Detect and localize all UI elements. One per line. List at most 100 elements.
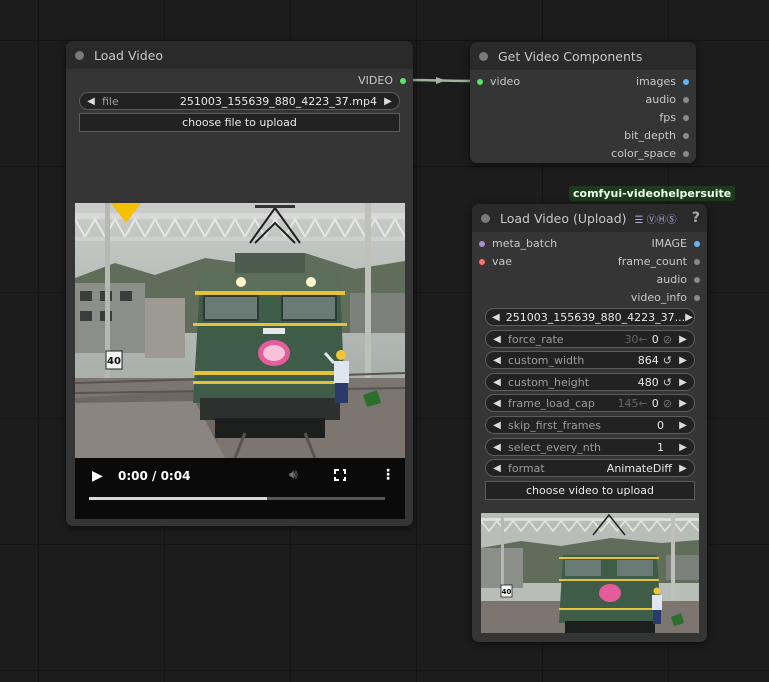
select-every-nth-value: 1: [657, 440, 664, 454]
custom-height-label: custom_height: [508, 375, 590, 389]
arrow-left-icon[interactable]: ◀: [492, 377, 502, 388]
arrow-left-icon[interactable]: ◀: [492, 420, 502, 431]
output-frame-count-slot[interactable]: frame_count: [618, 255, 700, 268]
node-title: Load Video (Upload): [500, 210, 627, 226]
custom-height-widget[interactable]: ◀ custom_height 480 ↺ ▶: [485, 373, 695, 391]
output-audio-label: audio: [656, 273, 687, 286]
video-info-socket-icon[interactable]: [694, 294, 700, 301]
output-images-label: images: [636, 75, 676, 88]
frame-load-cap-widget[interactable]: ◀ frame_load_cap 145← 0 ⊘ ▶: [485, 394, 695, 412]
arrow-right-icon[interactable]: ▶: [678, 463, 688, 474]
output-color-space-label: color_space: [611, 147, 676, 160]
video-socket-icon[interactable]: [477, 78, 483, 85]
meta-batch-socket-icon[interactable]: [479, 240, 485, 247]
arrow-left-icon[interactable]: ◀: [492, 398, 502, 409]
file-combo-label: file: [102, 94, 119, 108]
video-combo[interactable]: ◀ 251003_155639_880_4223_37... ▶: [485, 308, 695, 326]
image-socket-icon[interactable]: [694, 240, 700, 247]
choose-video-button[interactable]: choose video to upload: [485, 481, 695, 500]
frame-load-cap-label: frame_load_cap: [508, 396, 595, 410]
arrow-right-icon[interactable]: ▶: [678, 355, 688, 366]
arrow-left-icon[interactable]: ◀: [492, 334, 502, 345]
reset-disabled-icon: ⊘: [662, 332, 672, 346]
collapse-dot-icon[interactable]: [75, 50, 84, 60]
reset-icon[interactable]: ↺: [663, 354, 672, 367]
custom-width-widget[interactable]: ◀ custom_width 864 ↺ ▶: [485, 351, 695, 369]
force-rate-label: force_rate: [508, 332, 564, 346]
image-socket-icon[interactable]: [683, 78, 689, 85]
preview-sign-label: 40: [502, 588, 512, 596]
input-vae-slot[interactable]: vae: [479, 255, 512, 268]
force-rate-widget[interactable]: ◀ force_rate 30← 0 ⊘ ▶: [485, 330, 695, 348]
arrow-right-icon[interactable]: ▶: [678, 420, 688, 431]
fullscreen-icon-mask-v: [334, 474, 346, 477]
arrow-right-icon[interactable]: ▶: [678, 377, 688, 388]
arrow-right-icon[interactable]: ▶: [383, 96, 393, 107]
select-every-nth-label: select_every_nth: [508, 440, 602, 454]
arrow-left-icon[interactable]: ◀: [86, 96, 96, 107]
get-components-title-bar[interactable]: Get Video Components: [470, 42, 696, 70]
seek-bar-progress: [89, 497, 267, 500]
reset-icon[interactable]: ↺: [663, 376, 672, 389]
video-preview-image: 40: [481, 513, 699, 633]
arrow-right-icon[interactable]: ▶: [678, 398, 688, 409]
vhs-logo-icon: ☰ ⓋⒽⓈ: [634, 214, 677, 226]
output-audio-slot[interactable]: audio: [646, 93, 689, 106]
output-video-info-slot[interactable]: video_info: [631, 291, 700, 304]
output-audio-slot[interactable]: audio: [657, 273, 700, 286]
seek-bar[interactable]: [89, 497, 385, 500]
video-socket-icon[interactable]: [400, 77, 406, 84]
arrow-left-icon[interactable]: ◀: [492, 312, 500, 323]
arrow-right-icon[interactable]: ▶: [678, 442, 688, 453]
force-rate-hint: 30←: [624, 332, 648, 346]
input-video-label: video: [490, 75, 521, 88]
output-video-slot[interactable]: VIDEO: [358, 74, 406, 87]
arrow-right-icon[interactable]: ▶: [685, 312, 693, 323]
play-icon[interactable]: ▶: [92, 468, 103, 484]
help-icon[interactable]: ?: [692, 210, 700, 226]
input-vae-label: vae: [492, 255, 513, 268]
collapse-dot-icon[interactable]: [481, 213, 490, 223]
audio-socket-icon[interactable]: [694, 276, 700, 283]
collapse-dot-icon[interactable]: [479, 51, 488, 61]
force-rate-value: 0: [651, 332, 659, 346]
skip-first-frames-widget[interactable]: ◀ skip_first_frames 0 ▶: [485, 416, 695, 434]
load-video-upload-node[interactable]: Load Video (Upload) ☰ ⓋⒽⓈ ? meta_batch v…: [472, 204, 707, 642]
input-meta-batch-slot[interactable]: meta_batch: [479, 237, 557, 250]
fps-socket-icon[interactable]: [683, 114, 689, 121]
volume-icon[interactable]: 🔊︎: [289, 467, 298, 483]
output-images-slot[interactable]: images: [636, 75, 689, 88]
vae-socket-icon[interactable]: [479, 258, 485, 265]
file-combo[interactable]: ◀ file 251003_155639_880_4223_37.mp4 ▶: [79, 92, 400, 110]
skip-first-frames-label: skip_first_frames: [508, 418, 601, 432]
output-bit-depth-slot[interactable]: bit_depth: [624, 129, 689, 142]
arrow-left-icon[interactable]: ◀: [492, 442, 502, 453]
bit-depth-socket-icon[interactable]: [683, 132, 689, 139]
custom-height-value: 480: [637, 375, 659, 389]
more-options-icon[interactable]: ⋮: [381, 467, 395, 483]
input-video-slot[interactable]: video: [477, 75, 520, 88]
output-bit-depth-label: bit_depth: [624, 129, 676, 142]
reset-disabled-icon: ⊘: [662, 396, 672, 410]
skip-first-frames-value: 0: [657, 418, 664, 432]
choose-file-button[interactable]: choose file to upload: [79, 113, 400, 132]
output-color-space-slot[interactable]: color_space: [611, 147, 689, 160]
video-combo-value: 251003_155639_880_4223_37...: [505, 310, 686, 324]
load-video-node[interactable]: Load Video VIDEO ◀ file 251003_155639_88…: [66, 41, 413, 526]
vhs-title-bar[interactable]: Load Video (Upload) ☰ ⓋⒽⓈ ?: [472, 204, 707, 232]
output-fps-slot[interactable]: fps: [659, 111, 689, 124]
video-player[interactable]: 40 ▶ 0:00 / 0:04 🔊︎ ⋮: [75, 203, 405, 519]
get-video-components-node[interactable]: Get Video Components video images audio …: [470, 42, 696, 163]
frame-count-socket-icon[interactable]: [694, 258, 700, 265]
speed-sign-label: 40: [107, 356, 121, 367]
arrow-left-icon[interactable]: ◀: [492, 355, 502, 366]
format-widget[interactable]: ◀ format AnimateDiff ▶: [485, 459, 695, 477]
select-every-nth-widget[interactable]: ◀ select_every_nth 1 ▶: [485, 438, 695, 456]
audio-socket-icon[interactable]: [683, 96, 689, 103]
color-space-socket-icon[interactable]: [683, 150, 689, 157]
load-video-title-bar[interactable]: Load Video: [66, 41, 413, 69]
arrow-left-icon[interactable]: ◀: [492, 463, 502, 474]
input-meta-batch-label: meta_batch: [492, 237, 558, 250]
output-image-slot[interactable]: IMAGE: [651, 237, 700, 250]
arrow-right-icon[interactable]: ▶: [678, 334, 688, 345]
